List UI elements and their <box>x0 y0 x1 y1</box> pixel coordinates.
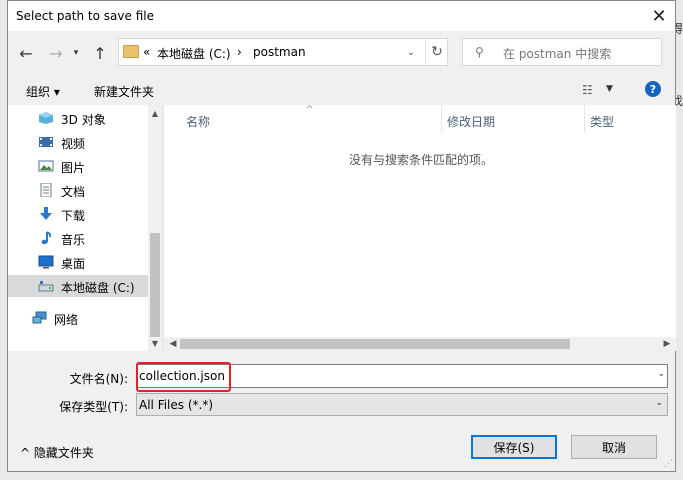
refresh-icon[interactable]: ↻ <box>425 39 448 65</box>
scrollbar-thumb[interactable] <box>150 233 160 337</box>
folder-icon <box>123 45 139 58</box>
hide-folders-toggle[interactable]: ^ 隐藏文件夹 <box>20 444 94 461</box>
title-bar: Select path to save file ✕ <box>8 1 675 31</box>
recent-locations-chevron-icon[interactable]: ▾ <box>66 43 86 63</box>
search-placeholder: 在 postman 中搜索 <box>503 47 612 61</box>
view-dropdown-icon[interactable]: ▼ <box>606 84 613 94</box>
nav-label: 音乐 <box>61 233 86 247</box>
search-input[interactable]: ⚲ 在 postman 中搜索 <box>462 38 662 66</box>
nav-item-documents[interactable]: 文档 <box>8 179 148 201</box>
cancel-button[interactable]: 取消 <box>571 435 657 459</box>
breadcrumb-folder[interactable]: postman <box>253 45 306 59</box>
column-header-name[interactable]: 名称 <box>186 113 210 130</box>
scroll-left-icon[interactable]: ◀ <box>166 337 180 351</box>
sort-ascending-icon: ^ <box>306 105 314 115</box>
network-icon <box>32 311 47 324</box>
drive-icon <box>38 281 54 292</box>
new-folder-button[interactable]: 新建文件夹 <box>94 83 154 100</box>
nav-label: 下载 <box>61 209 86 223</box>
column-header-row: ^ 名称 修改日期 类型 <box>164 105 676 133</box>
nav-item-video[interactable]: 视频 <box>8 131 148 153</box>
nav-label: 文档 <box>61 185 86 199</box>
search-icon: ⚲ <box>475 45 484 59</box>
column-header-date-modified[interactable]: 修改日期 <box>447 113 495 130</box>
nav-item-3d-objects[interactable]: 3D 对象 <box>8 107 148 129</box>
navigation-pane: 3D 对象 视频 图片 文档 下载 音乐 桌面 本地磁盘 (C:) 网络 ▲ ▼ <box>8 105 162 351</box>
column-header-type[interactable]: 类型 <box>590 113 614 130</box>
toolbar: 组织 ▾ 新建文件夹 ☷ ▼ ? <box>8 73 675 105</box>
breadcrumb-overflow[interactable]: « <box>143 45 150 59</box>
column-divider[interactable] <box>441 105 442 133</box>
nav-label: 视频 <box>61 137 86 151</box>
nav-item-pictures[interactable]: 图片 <box>8 155 148 177</box>
scroll-right-icon[interactable]: ▶ <box>660 337 674 351</box>
column-divider[interactable] <box>584 105 585 133</box>
nav-item-local-disk-c[interactable]: 本地磁盘 (C:) <box>8 275 148 297</box>
filename-dropdown-icon[interactable]: ⌄ <box>657 369 665 379</box>
filename-label: 文件名(N): <box>69 372 128 386</box>
music-icon <box>41 231 52 245</box>
breadcrumb-separator[interactable]: › <box>237 45 242 59</box>
file-list-pane: ^ 名称 修改日期 类型 没有与搜索条件匹配的项。 ◀ ▶ <box>164 105 676 351</box>
scrollbar-thumb[interactable] <box>180 339 570 349</box>
save-file-dialog: Select path to save file ✕ ← → ▾ ↑ « 本地磁… <box>7 0 676 472</box>
filetype-label: 保存类型(T): <box>59 400 128 414</box>
nav-label: 桌面 <box>61 257 86 271</box>
empty-results-message: 没有与搜索条件匹配的项。 <box>349 153 494 167</box>
nav-item-downloads[interactable]: 下载 <box>8 203 148 225</box>
view-options-icon[interactable]: ☷ <box>582 83 593 97</box>
resize-grip-icon[interactable]: ⋰ <box>664 459 673 469</box>
documents-icon <box>40 183 52 197</box>
up-arrow-icon[interactable]: ↑ <box>90 43 110 63</box>
scroll-up-icon[interactable]: ▲ <box>148 109 162 118</box>
save-button[interactable]: 保存(S) <box>471 435 557 459</box>
filetype-value: All Files (*.*) <box>139 398 214 412</box>
scroll-down-icon[interactable]: ▼ <box>148 339 162 348</box>
nav-scrollbar[interactable]: ▲ ▼ <box>148 105 162 351</box>
nav-item-desktop[interactable]: 桌面 <box>8 251 148 273</box>
nav-item-music[interactable]: 音乐 <box>8 227 148 249</box>
horizontal-scrollbar[interactable]: ◀ ▶ <box>164 337 676 351</box>
organize-button[interactable]: 组织 ▾ <box>26 83 60 100</box>
address-dropdown-icon[interactable]: ⌄ <box>399 39 423 65</box>
pictures-icon <box>38 160 54 172</box>
close-icon[interactable]: ✕ <box>643 1 675 31</box>
video-icon <box>39 137 53 147</box>
back-arrow-icon[interactable]: ← <box>16 43 36 63</box>
desktop-icon <box>38 255 54 269</box>
3d-objects-icon <box>39 112 53 124</box>
address-row: ← → ▾ ↑ « 本地磁盘 (C:) › postman ⌄ ↻ ⚲ 在 po… <box>8 31 675 73</box>
filename-highlight-box <box>136 362 231 392</box>
help-icon[interactable]: ? <box>645 81 661 97</box>
dialog-title: Select path to save file <box>16 9 154 23</box>
nav-label: 3D 对象 <box>61 113 106 127</box>
forward-arrow-icon[interactable]: → <box>46 43 66 63</box>
breadcrumb-drive[interactable]: 本地磁盘 (C:) <box>157 45 231 62</box>
filetype-dropdown-icon[interactable]: ⌄ <box>655 398 663 408</box>
nav-label: 网络 <box>54 313 79 327</box>
address-bar[interactable]: « 本地磁盘 (C:) › postman ⌄ ↻ <box>118 38 448 66</box>
nav-label: 本地磁盘 (C:) <box>61 281 135 295</box>
nav-label: 图片 <box>61 161 86 175</box>
nav-item-network[interactable]: 网络 <box>8 307 148 329</box>
downloads-icon <box>40 207 52 220</box>
filetype-select[interactable]: All Files (*.*) ⌄ <box>136 393 668 416</box>
